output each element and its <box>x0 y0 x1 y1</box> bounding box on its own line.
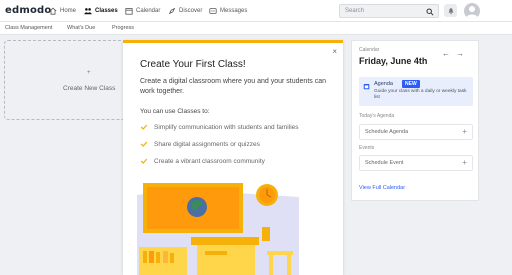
nav-calendar-label: Calendar <box>136 8 161 14</box>
nav-messages-label: Messages <box>220 8 248 14</box>
schedule-agenda-button[interactable]: Schedule Agenda + <box>359 124 473 140</box>
subnav-class-management[interactable]: Class Management <box>5 25 52 31</box>
calendar-date: Friday, June 4th <box>359 56 428 66</box>
search-icon[interactable] <box>426 8 434 16</box>
user-avatar-icon <box>466 6 478 19</box>
home-icon <box>49 7 57 15</box>
next-arrow-icon[interactable]: → <box>456 49 470 58</box>
nav-home[interactable]: Home <box>49 6 76 16</box>
nav-discover[interactable]: Discover <box>168 6 202 16</box>
nav-classes[interactable]: Classes <box>84 6 118 16</box>
benefit-text: Simplify communication with students and… <box>154 123 299 131</box>
checkmark-icon <box>140 141 148 147</box>
view-full-calendar-link[interactable]: View Full Calendar <box>359 185 405 191</box>
nav-home-label: Home <box>60 8 77 14</box>
benefit-item: Create a vibrant classroom community <box>140 157 265 165</box>
search-input[interactable]: Search <box>339 4 439 18</box>
benefit-text: Share digital assignments or quizzes <box>154 140 260 148</box>
new-badge: NEW <box>402 80 420 88</box>
bell-icon <box>448 7 453 14</box>
benefit-item: Share digital assignments or quizzes <box>140 140 260 148</box>
events-label: Events <box>359 145 375 151</box>
agenda-promo[interactable]: Agenda NEW Guide your class with a daily… <box>359 77 473 106</box>
nav-calendar[interactable]: Calendar <box>125 6 160 16</box>
benefit-text: Create a vibrant classroom community <box>154 157 265 165</box>
classroom-illustration <box>137 183 299 275</box>
modal-title: Create Your First Class! <box>140 59 246 70</box>
schedule-event-button[interactable]: Schedule Event + <box>359 155 473 171</box>
agenda-title: Agenda <box>374 81 393 87</box>
modal-description: Create a digital classroom where you and… <box>140 78 326 95</box>
nav-messages[interactable]: Messages <box>209 6 247 16</box>
create-class-modal: × Create Your First Class! Create a digi… <box>123 40 343 275</box>
close-icon[interactable]: × <box>332 47 337 56</box>
checkmark-icon <box>140 158 148 164</box>
subnav-progress[interactable]: Progress <box>112 25 134 31</box>
avatar[interactable] <box>464 3 480 19</box>
top-nav: edmodo Home Classes Calendar Discover Me… <box>0 0 512 22</box>
calendar-nav: ←→ <box>442 49 470 58</box>
edmodo-logo[interactable]: edmodo <box>5 5 51 16</box>
nav-discover-label: Discover <box>179 8 203 14</box>
calendar-icon <box>125 8 133 15</box>
subnav-whats-due[interactable]: What's Due <box>67 25 95 31</box>
agenda-description: Guide your class with a daily or weekly … <box>374 89 467 100</box>
calendar-card: Calendar Friday, June 4th ←→ Agenda NEW … <box>351 40 479 201</box>
schedule-agenda-label: Schedule Agenda <box>365 129 409 135</box>
plus-icon: + <box>462 127 467 136</box>
plus-icon: + <box>462 158 467 167</box>
notifications-button[interactable] <box>444 4 457 17</box>
discover-icon <box>168 7 176 15</box>
plus-icon: + <box>87 70 91 76</box>
nav-classes-label: Classes <box>95 8 118 14</box>
classes-icon <box>84 8 92 15</box>
messages-icon <box>209 8 217 14</box>
modal-subheading: You can use Classes to: <box>140 108 210 115</box>
agenda-icon <box>363 84 370 90</box>
checkmark-icon <box>140 124 148 130</box>
calendar-label: Calendar <box>359 47 380 53</box>
search-placeholder: Search <box>345 8 365 14</box>
sub-nav: Class Management What's Due Progress <box>0 22 512 35</box>
schedule-event-label: Schedule Event <box>365 160 404 166</box>
benefit-item: Simplify communication with students and… <box>140 123 299 131</box>
create-new-class-label: Create New Class <box>63 85 116 92</box>
prev-arrow-icon[interactable]: ← <box>442 49 456 58</box>
todays-agenda-label: Today's Agenda <box>359 113 395 119</box>
